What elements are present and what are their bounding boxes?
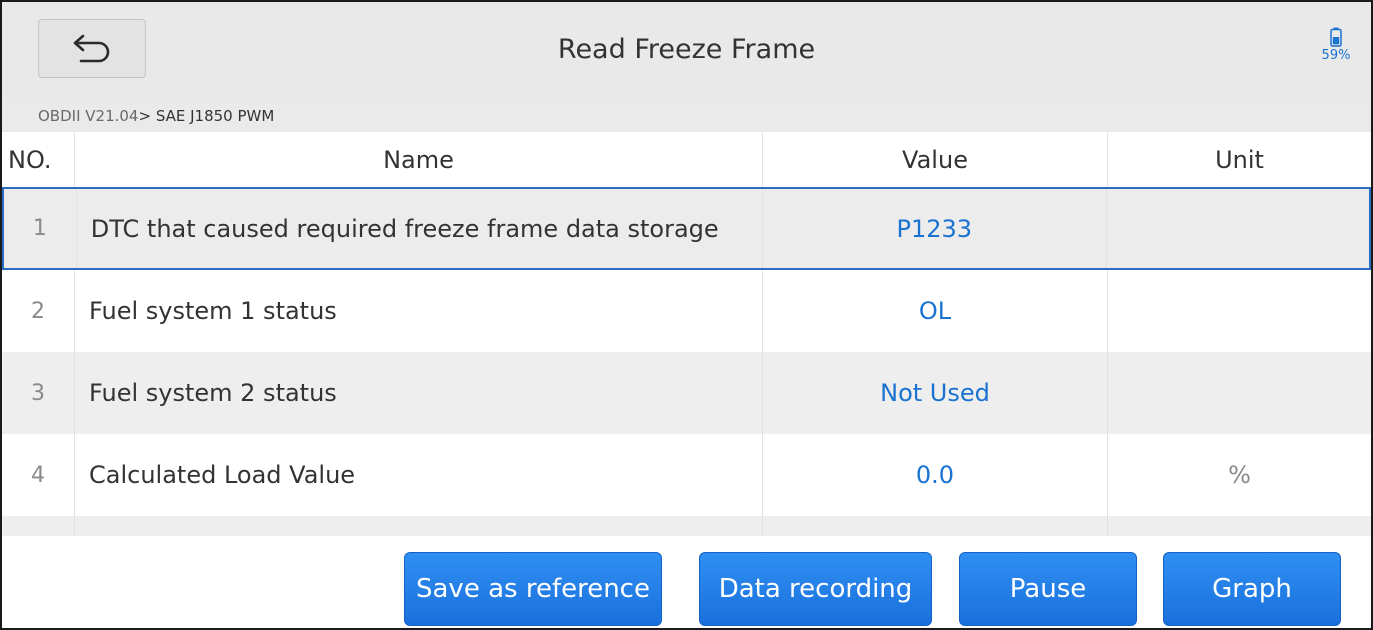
row-unit [1108,270,1371,352]
row-unit: % [1228,461,1251,489]
row-name: DTC that caused required freeze frame da… [77,189,763,268]
breadcrumb-item-current: SAE J1850 PWM [151,107,275,125]
column-header-unit: Unit [1215,145,1264,174]
row-unit-cell [1108,516,1371,536]
row-value-cell [763,516,1108,536]
row-value: P1233 [763,189,1107,268]
row-number: 2 [2,270,75,352]
column-header-no: NO. [2,132,75,187]
row-value: 0.0 [763,434,1108,516]
breadcrumb: OBDII V21.04> SAE J1850 PWM [2,102,1371,132]
row-unit [1107,189,1369,268]
column-header-value: Value [763,132,1108,187]
table-row-selected[interactable]: 1 DTC that caused required freeze frame … [2,187,1371,270]
row-name: Fuel system 1 status [75,270,763,352]
title-bar: Read Freeze Frame 59% [2,2,1371,102]
row-value: Not Used [763,352,1108,434]
row-name: Calculated Load Value [75,434,763,516]
table-row[interactable]: 4 Calculated Load Value 0.0 % [2,434,1371,516]
row-value: OL [763,270,1108,352]
graph-button[interactable]: Graph [1163,552,1341,626]
action-bar: Save as reference Data recording Pause G… [2,536,1371,628]
back-arrow-icon [73,34,110,62]
breadcrumb-item-obdii[interactable]: OBDII V21.04 [38,107,138,125]
table-row[interactable]: 3 Fuel system 2 status Not Used [2,352,1371,434]
row-number: 1 [4,189,77,268]
column-header-name-label: Name [383,145,454,174]
row-name-cell [75,516,763,536]
battery-percent: 59% [1321,48,1351,63]
pause-button[interactable]: Pause [959,552,1137,626]
data-recording-button[interactable]: Data recording [699,552,932,626]
battery-icon [1330,27,1342,47]
row-name: Fuel system 2 status [75,352,763,434]
battery-indicator: 59% [1317,27,1355,63]
row-number-cell [2,516,75,536]
row-number: 4 [2,434,75,516]
row-unit [1108,352,1371,434]
save-as-reference-button[interactable]: Save as reference [404,552,662,626]
breadcrumb-separator: > [138,107,152,125]
back-button[interactable] [38,19,146,78]
table-row[interactable]: 2 Fuel system 1 status OL [2,270,1371,352]
table-row-partial[interactable] [2,516,1371,536]
column-header-name: Name [75,132,763,187]
row-number: 3 [2,352,75,434]
table-header: NO. Name Value Unit [2,132,1371,187]
app-window: Read Freeze Frame 59% OBDII V21.04> SAE … [0,0,1373,630]
page-title: Read Freeze Frame [557,34,816,65]
